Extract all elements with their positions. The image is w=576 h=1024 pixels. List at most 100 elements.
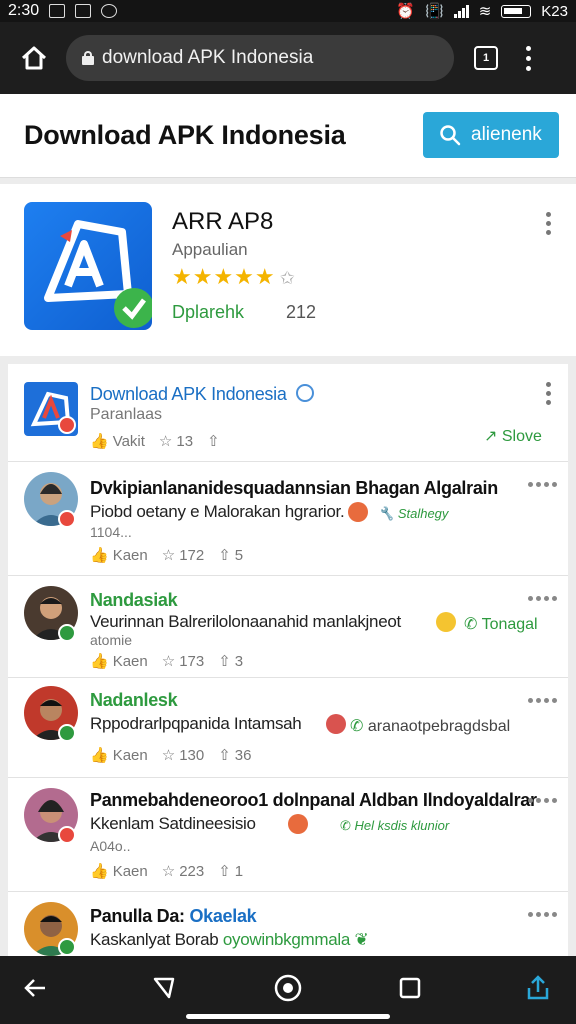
app-category: Appaulian xyxy=(172,240,248,259)
stat-share[interactable]: ⇧ xyxy=(207,432,220,450)
share-icon: ⇧ xyxy=(218,747,231,764)
stat-likes[interactable]: 👍 Kaen xyxy=(90,746,148,765)
battery-icon xyxy=(501,4,532,18)
stat-share[interactable]: ⇧ 1 xyxy=(218,862,244,881)
stat-value: 223 xyxy=(179,862,205,880)
notification-icon xyxy=(75,4,92,18)
more-options-icon[interactable] xyxy=(528,912,557,917)
stat-label: Vakit xyxy=(112,432,145,450)
item-tag: ✆ Hel ksdis klunior xyxy=(340,818,449,834)
stat-count[interactable]: ☆ 223 xyxy=(161,862,205,881)
wifi-icon: ≋ xyxy=(478,3,492,20)
back-icon[interactable] xyxy=(16,968,56,1008)
stat-share[interactable]: ⇧ 5 xyxy=(218,546,243,565)
item-sub: 1104... xyxy=(90,524,132,540)
item-stats: 👍 Kaen ☆ 130 ⇧ 36 xyxy=(90,746,251,765)
status-time: 2:30 xyxy=(8,2,40,19)
phone-icon: ✆ xyxy=(464,616,482,633)
stat-likes[interactable]: 👍 Kaen xyxy=(90,862,148,881)
item-subtitle: Paranlaas xyxy=(90,406,163,423)
star-icon: ☆ xyxy=(158,433,173,450)
list-item[interactable]: Nadanlesk Rppodrarlpqpanida Intamsah ✆ a… xyxy=(8,678,568,778)
verified-icon xyxy=(296,384,314,402)
search-button[interactable]: alienenk xyxy=(423,112,559,158)
stat-count[interactable]: ☆ 172 xyxy=(162,546,204,565)
thumbs-up-icon: 👍 xyxy=(90,433,109,450)
app-card[interactable]: ARR AP8 Appaulian ★★★★★ ✩ Dplarehk 212 xyxy=(0,184,576,356)
url-field[interactable]: download APK Indonesia xyxy=(66,35,454,81)
rating-stars: ★★★★★ ✩ xyxy=(172,264,296,290)
stat-likes[interactable]: 👍 Kaen xyxy=(90,546,148,565)
more-options-icon[interactable] xyxy=(528,798,557,803)
stat-label: Kaen xyxy=(112,652,148,670)
star-icon: ☆ xyxy=(161,863,176,880)
signal-icon xyxy=(453,4,469,18)
tab-switcher-button[interactable]: 1 xyxy=(474,46,498,70)
item-title[interactable]: Dvkipianlananidesquadannsian Bhagan Alga… xyxy=(90,478,498,499)
phone-icon: ✆ xyxy=(340,818,355,833)
item-tag-label: Tonagal xyxy=(481,616,538,633)
stat-count[interactable]: ☆ 13 xyxy=(158,432,194,451)
app-feed: Download APK Indonesia Paranlaas 👍 Vakit … xyxy=(8,364,568,956)
share-icon: ⇧ xyxy=(218,863,231,880)
thumbs-up-icon: 👍 xyxy=(90,747,109,764)
stat-value: 3 xyxy=(234,652,244,670)
more-options-icon[interactable] xyxy=(545,382,551,405)
system-nav-bar xyxy=(0,956,576,1024)
list-item[interactable]: Panulla Da: Okaelak Kaskanlyat Borab oyo… xyxy=(8,892,568,956)
item-tag: ✆ aranaotpebragdsbal xyxy=(350,716,510,736)
item-title[interactable]: Panmebahdeneoroo1 dolnpanal Aldban Ilndo… xyxy=(90,790,537,811)
list-item[interactable]: Nandasiak Veurinnan Balrerilolonaanahid … xyxy=(8,576,568,678)
stat-value: 1 xyxy=(234,862,244,880)
share-icon: ⇧ xyxy=(218,653,231,670)
gesture-pill xyxy=(186,1014,390,1019)
star-icon: ☆ xyxy=(161,747,176,764)
search-icon xyxy=(440,125,461,146)
app-download-label[interactable]: Dplarehk xyxy=(172,302,244,323)
alarm-icon: ⏰ xyxy=(396,3,416,20)
item-title[interactable]: Nadanlesk xyxy=(90,690,178,711)
item-action[interactable]: ↗ Slove xyxy=(484,426,542,446)
stat-count[interactable]: ☆ 173 xyxy=(162,652,204,671)
stat-count[interactable]: ☆ 130 xyxy=(161,746,205,765)
status-bar: 2:30 ⏰ 📳 ≋ K23 xyxy=(0,0,576,22)
stat-value: 13 xyxy=(176,432,194,450)
badge-icon xyxy=(58,724,76,742)
phone-icon: ✆ xyxy=(350,718,368,735)
item-title[interactable]: Download APK Indonesia xyxy=(90,384,287,405)
overview-icon[interactable] xyxy=(390,968,430,1008)
home-icon[interactable] xyxy=(10,34,58,82)
emoji-icon xyxy=(288,814,308,834)
rating-stars-filled: ★★★★★ xyxy=(172,264,276,289)
more-options-icon[interactable] xyxy=(545,212,551,235)
overflow-menu-icon[interactable] xyxy=(524,45,532,71)
list-item[interactable]: Dvkipianlananidesquadannsian Bhagan Alga… xyxy=(8,462,568,576)
browser-toolbar: download APK Indonesia 1 xyxy=(0,22,576,94)
list-item[interactable]: Download APK Indonesia Paranlaas 👍 Vakit … xyxy=(8,364,568,462)
item-tag-label: Stalhegy xyxy=(397,506,449,521)
home-nav-icon[interactable] xyxy=(268,968,308,1008)
stat-share[interactable]: ⇧ 3 xyxy=(218,652,244,671)
item-title[interactable]: Panulla Da: Okaelak xyxy=(90,906,257,927)
stat-value: 130 xyxy=(179,746,205,764)
more-options-icon[interactable] xyxy=(528,482,557,487)
app-name: ARR AP8 xyxy=(172,208,274,235)
more-options-icon[interactable] xyxy=(528,596,557,601)
share-nav-icon[interactable] xyxy=(518,968,558,1008)
badge-icon xyxy=(58,826,76,844)
emoji-icon xyxy=(348,502,368,522)
item-title[interactable]: Nandasiak xyxy=(90,590,178,611)
vibrate-icon: 📳 xyxy=(425,3,444,20)
item-title-text: Panulla Da: xyxy=(90,906,185,926)
item-title-link[interactable]: Okaelak xyxy=(189,906,256,926)
app-logo-icon xyxy=(24,202,152,330)
list-item[interactable]: Panmebahdeneoroo1 dolnpanal Aldban Ilndo… xyxy=(8,778,568,892)
stat-likes[interactable]: 👍 Kaen xyxy=(90,652,148,671)
star-outline-icon: ✩ xyxy=(279,268,296,288)
more-options-icon[interactable] xyxy=(528,698,557,703)
stat-likes[interactable]: 👍 Vakit xyxy=(90,432,145,451)
item-text: Kaskanlyat Borab oyowinbkgmmala ❦ xyxy=(90,930,369,950)
stat-share[interactable]: ⇧ 36 xyxy=(218,746,251,765)
item-sub: atomie xyxy=(90,632,133,648)
recents-back-icon[interactable] xyxy=(144,968,184,1008)
